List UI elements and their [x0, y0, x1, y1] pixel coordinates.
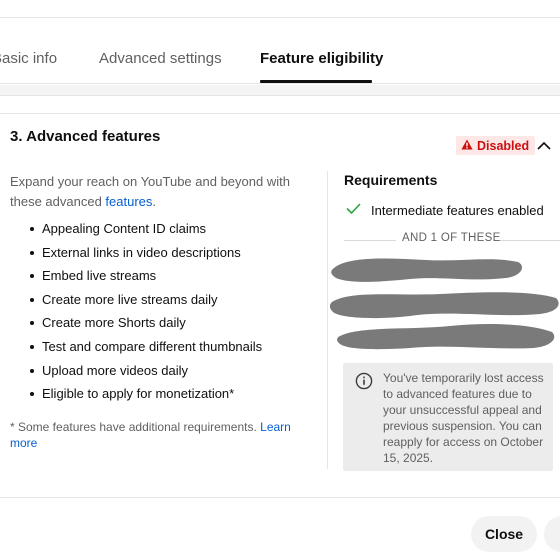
feature-item: Create more live streams daily [30, 292, 262, 307]
chevron-up-icon[interactable] [534, 137, 554, 153]
close-button[interactable]: Close [471, 516, 537, 552]
feature-item: Appealing Content ID claims [30, 221, 262, 236]
secondary-button[interactable] [544, 516, 560, 552]
notice-text: You've temporarily lost access to advanc… [383, 371, 544, 465]
section-spacer [0, 85, 560, 96]
status-badge-label: Disabled [477, 138, 530, 153]
feature-item: Create more Shorts daily [30, 315, 262, 330]
tab-bar: Basic info Advanced settings Feature eli… [0, 18, 560, 84]
advanced-features-section: 3. Advanced features Disabled Expand you… [0, 113, 560, 475]
tab-feature-eligibility[interactable]: Feature eligibility [260, 50, 383, 68]
active-tab-indicator [260, 80, 372, 83]
check-icon [346, 201, 361, 219]
column-divider [327, 171, 328, 469]
tab-advanced-settings[interactable]: Advanced settings [99, 50, 222, 68]
intro-suffix: . [152, 194, 157, 209]
suspension-notice: You've temporarily lost access to advanc… [343, 363, 553, 471]
feature-item: Eligible to apply for monetization* [30, 386, 262, 401]
feature-item: Embed live streams [30, 268, 262, 283]
info-icon [355, 372, 373, 395]
requirement-label: Intermediate features enabled [371, 202, 544, 218]
feature-item: Test and compare different thumbnails [30, 339, 262, 354]
features-list: Appealing Content ID claims External lin… [30, 221, 262, 410]
separator-line [500, 240, 560, 241]
footnote: * Some features have additional requirem… [10, 419, 310, 451]
requirements-title: Requirements [344, 172, 438, 188]
requirement-item: Intermediate features enabled [346, 201, 544, 219]
feature-item: External links in video descriptions [30, 245, 262, 260]
separator-label: AND 1 OF THESE [402, 232, 501, 244]
footnote-text: * Some features have additional requirem… [10, 420, 257, 434]
separator-line [344, 240, 396, 241]
requirements-separator: AND 1 OF THESE [344, 232, 560, 248]
section-title: 3. Advanced features [10, 128, 161, 145]
feature-item: Upload more videos daily [30, 363, 262, 378]
warning-icon [461, 137, 473, 155]
top-bar [0, 0, 560, 18]
redacted-requirements [329, 252, 560, 352]
intro-text: Expand your reach on YouTube and beyond … [10, 172, 310, 212]
tab-basic-info[interactable]: Basic info [0, 50, 57, 68]
features-link[interactable]: features [105, 194, 152, 209]
dialog-footer: Close [0, 497, 560, 560]
status-badge: Disabled [456, 136, 536, 155]
